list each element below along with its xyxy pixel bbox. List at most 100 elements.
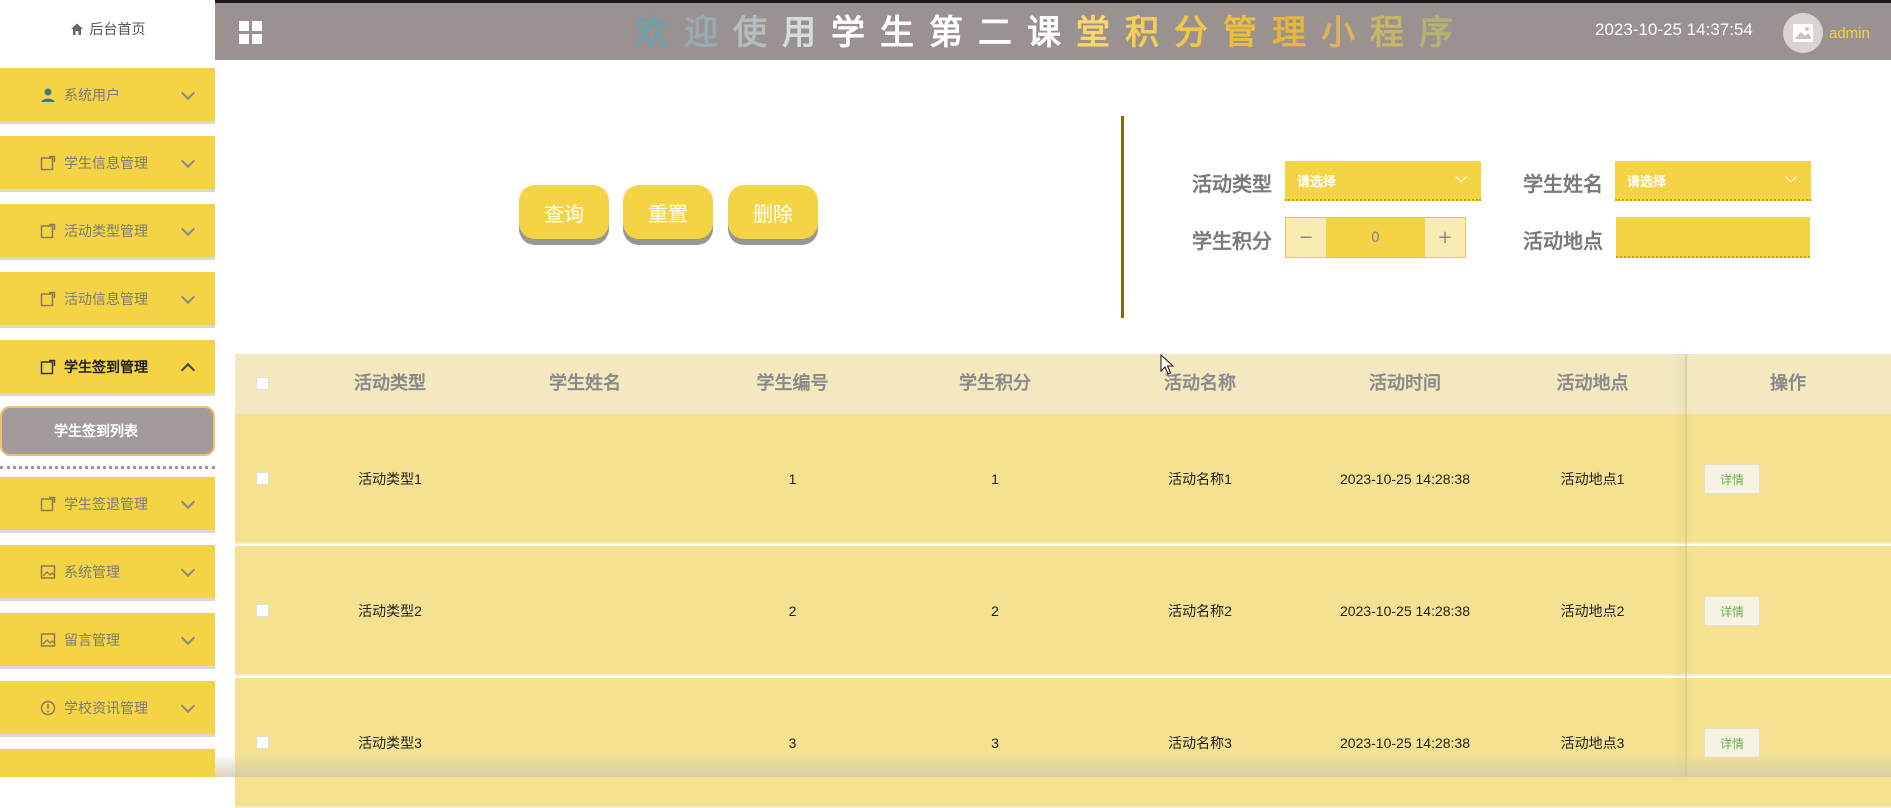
table-row: 活动类型1 1 1 活动名称1 2023-10-25 14:28:38 活动地点… [235,414,1891,544]
sidebar-item-partial[interactable] [0,749,215,777]
row-checkbox[interactable] [256,736,269,749]
title-char: 用 [782,13,831,53]
edit-icon [40,496,56,512]
horizontal-scrollbar[interactable] [215,754,1891,777]
sidebar-subitem-sign-in-list[interactable]: 学生签到列表 [0,406,215,456]
column-header: 操作 [1770,373,1806,394]
delete-button[interactable]: 删除 [728,185,818,239]
points-stepper-value[interactable]: 0 [1326,218,1425,257]
search-divider [1121,116,1124,318]
title-char: 课 [1027,13,1076,53]
sign-in-table: 活动类型 学生姓名 学生编号 学生积分 活动名称 活动时间 活动地点 操作 活动… [235,354,1891,808]
title-char: 小 [1321,13,1370,53]
cell-student-name [485,414,685,544]
sidebar-item-label: 学校资讯管理 [64,700,148,717]
activity-type-select-value: 请选择 [1297,175,1337,190]
cell-student-no: 2 [788,603,797,619]
grid-menu-icon[interactable] [239,21,263,45]
detail-button[interactable]: 详情 [1704,596,1760,626]
title-char: 分 [1174,13,1223,53]
points-label: 学生积分 [1192,229,1272,253]
sidebar-item-school-news[interactable]: 学校资讯管理 [0,681,215,737]
cell-activity-time: 2023-10-25 14:28:38 [1340,471,1470,487]
sidebar-item-label: 学生签到管理 [64,359,148,376]
column-header: 学生姓名 [549,373,621,394]
datetime-display: 2023-10-25 14:37:54 [1595,20,1753,39]
sidebar-item-system-users[interactable]: 系统用户 [0,68,215,124]
user-icon [40,87,56,103]
sidebar-item-student-info[interactable]: 学生信息管理 [0,136,215,192]
sidebar-item-label: 系统用户 [64,87,120,104]
chevron-up-icon [180,362,196,378]
place-label: 活动地点 [1523,229,1603,253]
chevron-down-icon [1455,171,1467,183]
activity-type-select[interactable]: 请选择 [1285,161,1481,201]
row-checkbox[interactable] [256,472,269,485]
select-all-checkbox[interactable] [256,377,269,390]
cell-activity-type: 活动类型1 [358,471,422,487]
top-header: 欢迎使用学生第二课堂积分管理小程序 2023-10-25 14:37:54 ad… [215,0,1891,60]
title-char: 程 [1370,13,1419,53]
sidebar-home[interactable]: 后台首页 [0,0,215,58]
sidebar-item-activity-info[interactable]: 活动信息管理 [0,272,215,328]
cell-activity-time: 2023-10-25 14:28:38 [1340,735,1470,751]
chevron-down-icon [180,85,196,101]
edit-icon [40,291,56,307]
column-header: 活动类型 [354,373,426,394]
decrement-button[interactable]: − [1286,218,1326,257]
chevron-down-icon [180,630,196,646]
sidebar-item-sign-in[interactable]: 学生签到管理 [0,340,215,396]
table-row: 活动类型2 2 2 活动名称2 2023-10-25 14:28:38 活动地点… [235,546,1891,676]
title-char: 使 [733,13,782,53]
column-header: 学生编号 [756,373,829,394]
title-char: 堂 [1076,13,1125,53]
edit-icon [40,155,56,171]
cell-activity-place: 活动地点3 [1560,735,1625,751]
sidebar-item-label: 活动类型管理 [64,223,148,240]
table-header: 活动类型 学生姓名 学生编号 学生积分 活动名称 活动时间 活动地点 操作 [235,354,1891,414]
detail-button[interactable]: 详情 [1704,464,1760,494]
sidebar-item-sign-out[interactable]: 学生签退管理 [0,477,215,533]
cell-activity-place: 活动地点2 [1560,603,1625,619]
image-icon [40,564,56,580]
student-name-select[interactable]: 请选择 [1615,161,1811,201]
edit-icon [40,223,56,239]
chevron-down-icon [1785,171,1797,183]
chevron-down-icon [180,494,196,510]
info-icon [40,700,56,716]
cell-activity-time: 2023-10-25 14:28:38 [1340,603,1470,619]
cell-student-points: 3 [991,735,999,751]
fixed-column-shadow [1685,354,1687,777]
cell-activity-type: 活动类型3 [358,735,422,751]
chevron-down-icon [180,698,196,714]
increment-button[interactable]: + [1425,218,1465,257]
sidebar-item-label: 学生签退管理 [64,496,148,513]
cell-student-name [485,546,685,676]
sidebar-item-messages[interactable]: 留言管理 [0,613,215,669]
place-input[interactable] [1616,217,1810,258]
sidebar: 后台首页 系统用户 学生信息管理 活动类型管理 活动信息管理 学生签到管理 学生… [0,0,215,777]
cell-student-no: 1 [788,471,797,487]
row-checkbox[interactable] [256,604,269,617]
query-button[interactable]: 查询 [519,185,609,239]
activity-type-label: 活动类型 [1192,172,1272,196]
sidebar-item-system[interactable]: 系统管理 [0,545,215,601]
sidebar-item-label: 学生信息管理 [64,155,148,172]
column-header: 活动地点 [1556,373,1629,394]
cell-activity-place: 活动地点1 [1560,471,1625,487]
chevron-down-icon [180,153,196,169]
title-char: 学 [831,13,880,53]
title-char: 生 [880,13,929,53]
username-label[interactable]: admin [1829,25,1870,42]
cell-student-points: 1 [991,471,999,487]
cell-activity-name: 活动名称1 [1168,471,1232,487]
sidebar-item-activity-type[interactable]: 活动类型管理 [0,204,215,260]
cell-student-no: 3 [788,735,797,751]
avatar[interactable] [1783,13,1823,53]
submenu-divider [0,466,215,469]
image-placeholder-icon [1793,24,1813,42]
column-header: 活动时间 [1369,373,1441,394]
reset-button[interactable]: 重置 [623,185,713,239]
title-char: 理 [1272,13,1321,53]
mouse-cursor-icon [1160,354,1174,375]
